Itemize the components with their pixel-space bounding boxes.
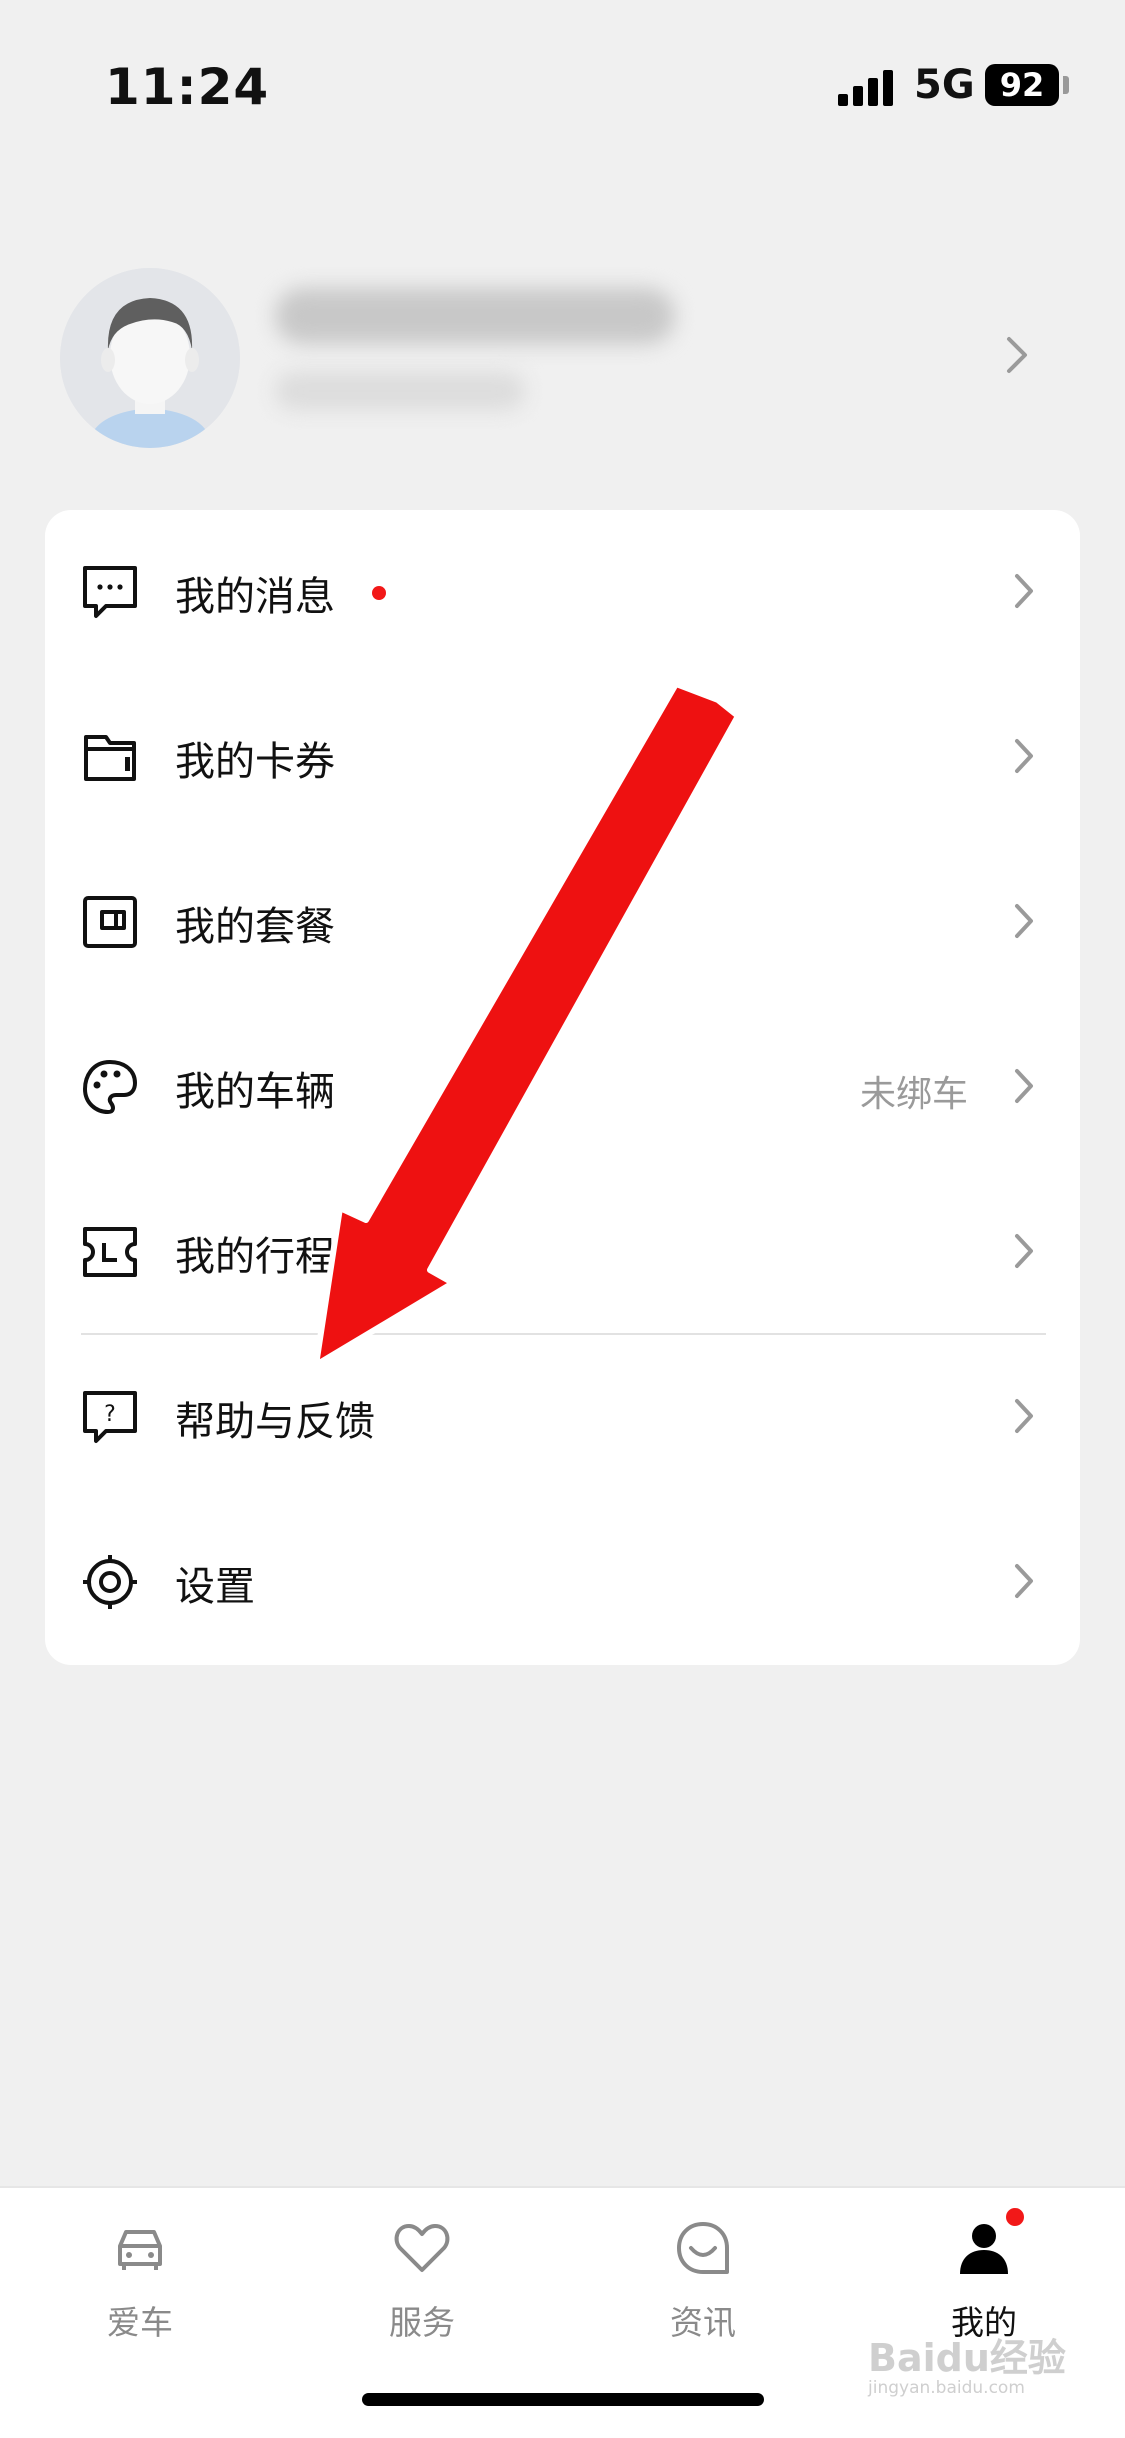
person-icon bbox=[960, 2224, 1008, 2274]
menu-item-packages[interactable]: 我的套餐 bbox=[45, 840, 1080, 1005]
tab-label: 资讯 bbox=[670, 2303, 736, 2342]
tab-label: 爱车 bbox=[107, 2303, 173, 2342]
signal-icon bbox=[838, 70, 893, 106]
menu-item-help-feedback[interactable]: ? 帮助与反馈 bbox=[45, 1335, 1080, 1500]
package-icon bbox=[83, 896, 137, 948]
settings-icon bbox=[83, 1555, 137, 1609]
username-blurred bbox=[275, 288, 675, 344]
avatar[interactable] bbox=[60, 268, 240, 448]
chevron-right-icon bbox=[1007, 337, 1027, 373]
chevron-right-icon bbox=[1015, 904, 1033, 938]
heart-icon bbox=[394, 2224, 450, 2272]
vehicle-bind-status: 未绑车 bbox=[859, 1074, 968, 1115]
menu-label: 我的车辆 bbox=[175, 1069, 335, 1115]
chevron-right-icon bbox=[1015, 1234, 1033, 1268]
status-time: 11:24 bbox=[105, 58, 270, 116]
chevron-right-icon bbox=[1015, 1564, 1033, 1598]
notification-badge bbox=[1004, 2206, 1026, 2228]
home-indicator[interactable] bbox=[362, 2393, 764, 2406]
chevron-right-icon bbox=[1015, 739, 1033, 773]
chevron-right-icon bbox=[1015, 1399, 1033, 1433]
profile-header[interactable] bbox=[0, 250, 1125, 460]
menu-item-coupons[interactable]: 我的卡券 bbox=[45, 675, 1080, 840]
chat-smile-icon bbox=[677, 2222, 729, 2274]
ticket-icon bbox=[83, 1227, 137, 1277]
menu-label: 我的消息 bbox=[175, 574, 335, 620]
car-icon bbox=[118, 2230, 162, 2270]
user-subtitle-blurred bbox=[275, 372, 525, 410]
wallet-icon bbox=[84, 735, 136, 781]
battery-tip bbox=[1063, 76, 1069, 94]
menu-item-trips[interactable]: 我的行程 bbox=[45, 1170, 1080, 1335]
message-icon bbox=[83, 566, 137, 618]
chevron-right-icon bbox=[1015, 1069, 1033, 1103]
menu-label: 设置 bbox=[175, 1564, 255, 1610]
tab-label: 服务 bbox=[389, 2303, 455, 2342]
tab-news[interactable]: 资讯 bbox=[603, 2188, 803, 2388]
watermark-logo: Baidu经验 bbox=[868, 2336, 1066, 2380]
svg-text:?: ? bbox=[104, 1402, 116, 1427]
tab-services[interactable]: 服务 bbox=[322, 2188, 522, 2388]
menu-label: 我的套餐 bbox=[175, 904, 335, 950]
menu-item-settings[interactable]: 设置 bbox=[45, 1500, 1080, 1665]
menu-card: 我的消息 我的卡券 我的套餐 我的车辆 未绑车 我的行程 ? 帮助与反馈 设置 bbox=[45, 510, 1080, 1665]
menu-label: 帮助与反馈 bbox=[175, 1399, 375, 1445]
battery-level: 92 bbox=[985, 64, 1059, 106]
palette-icon bbox=[83, 1060, 137, 1114]
menu-item-messages[interactable]: 我的消息 bbox=[45, 510, 1080, 675]
unread-badge bbox=[372, 586, 386, 600]
status-bar: 11:24 5G 92 bbox=[0, 0, 1125, 170]
help-icon: ? bbox=[83, 1391, 137, 1443]
menu-item-vehicles[interactable]: 我的车辆 未绑车 bbox=[45, 1005, 1080, 1170]
network-label: 5G bbox=[914, 62, 975, 108]
chevron-right-icon bbox=[1015, 574, 1033, 608]
menu-label: 我的行程 bbox=[175, 1234, 335, 1280]
default-avatar-icon bbox=[60, 268, 240, 448]
menu-label: 我的卡券 bbox=[175, 739, 335, 785]
tab-car[interactable]: 爱车 bbox=[40, 2188, 240, 2388]
watermark-url: jingyan.baidu.com bbox=[868, 2378, 1025, 2398]
